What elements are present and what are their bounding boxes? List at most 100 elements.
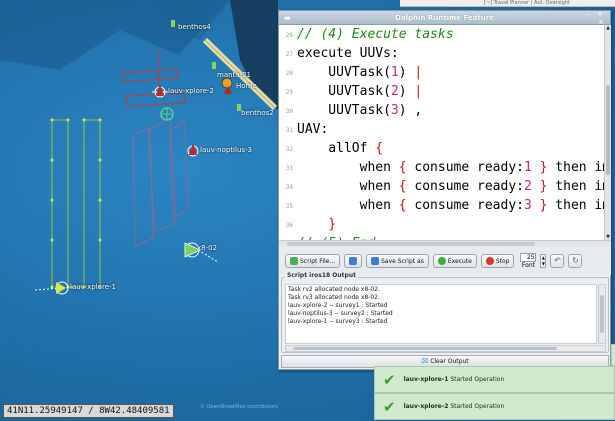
code-line[interactable]: 35 when { consume ready:3 } then im: [279, 196, 604, 215]
vehicle-label-x8-02[interactable]: x8-02: [197, 244, 217, 252]
code-token: 2: [523, 179, 532, 194]
code-line[interactable]: 27 execute UUVs:: [279, 44, 604, 63]
code-line[interactable]: 33 when { consume ready:1 } then im: [279, 158, 604, 177]
code-token: 2: [390, 84, 399, 99]
stop-label: Stop: [495, 257, 510, 265]
output-line: Task rv2 allocated node x8-02.: [288, 286, 380, 293]
code-token: execute UUVs:: [297, 46, 399, 61]
code-token: }: [297, 217, 337, 232]
code-token: when: [297, 179, 399, 194]
code-line[interactable]: 31 UAV:: [279, 120, 604, 139]
map-credit: © OpenStreetMap contributors: [200, 404, 278, 410]
output-vertical-scrollbar[interactable]: [598, 284, 606, 344]
output-vscroll-thumb[interactable]: [600, 295, 604, 333]
execute-button[interactable]: Execute: [432, 254, 477, 268]
execute-icon: [437, 257, 446, 265]
beacon-label-benthos4: benthos4: [178, 23, 211, 31]
line-number: 31: [285, 127, 293, 134]
open-file-icon: [290, 257, 298, 265]
survey-area-xplore-2: [121, 49, 186, 107]
code-token: UAV:: [297, 122, 329, 137]
script-file-label: Script File...: [300, 257, 336, 265]
code-line[interactable]: 34 when { consume ready:2 } then im: [279, 177, 604, 196]
manta-gateway-icon: [221, 77, 233, 89]
editor-vscroll-thumb[interactable]: [606, 85, 610, 175]
code-line[interactable]: 28 UUVTask(1) |: [279, 63, 604, 82]
output-line: lauv-xplore-1 -- survey3 : Started: [288, 318, 388, 325]
code-token: {: [398, 179, 407, 194]
editor-horizontal-scrollbar[interactable]: [279, 240, 611, 247]
code-token: |: [414, 65, 423, 80]
editor-hscroll-thumb[interactable]: [287, 242, 535, 246]
code-line[interactable]: 26 // (4) Execute tasks: [279, 25, 604, 44]
waypoint-target-icon: [160, 107, 174, 121]
code-token: 3: [390, 103, 399, 118]
home-label: Home: [236, 82, 257, 90]
vehicle-label-xplore-2[interactable]: lauv-xplore-2: [168, 87, 214, 95]
code-token: UUVTask(: [297, 65, 391, 80]
notification-xplore-1[interactable]: ✔ lauv-xplore-1 Started Operation: [374, 366, 615, 393]
window-titlebar[interactable]: ▬ Dolphin Runtime Feature – + x: [279, 10, 610, 26]
font-size-label: Font: [521, 262, 535, 269]
output-hscroll-thumb[interactable]: [293, 347, 557, 350]
redo-button[interactable]: ↻: [568, 254, 583, 268]
output-log[interactable]: Task rv2 allocated node x8-02. Task rv3 …: [285, 284, 597, 344]
execute-label: Execute: [447, 257, 472, 265]
code-line[interactable]: 29 UUVTask(2) |: [279, 82, 604, 101]
line-number: 34: [285, 184, 293, 191]
code-token: consume ready:: [406, 179, 524, 194]
code-token: when: [297, 198, 399, 213]
line-number: 32: [285, 146, 293, 153]
coordinate-readout: 41N11.25949147 / 8W42.48409581: [3, 404, 174, 418]
scroll-up-icon[interactable]: ▲: [605, 25, 611, 31]
font-spinner-arrows-icon[interactable]: ▲ ▼: [540, 254, 547, 268]
save-script-as-button[interactable]: Save Script as: [366, 254, 429, 268]
gateway-label-manta21: manta-21: [217, 71, 252, 79]
code-token: {: [398, 198, 407, 213]
vehicle-label-xplore-1[interactable]: lauv-xplore-1: [70, 283, 116, 291]
output-horizontal-scrollbar[interactable]: [285, 345, 606, 352]
code-line[interactable]: 30 UUVTask(3) ,: [279, 101, 604, 120]
notification-xplore-2[interactable]: ✔ lauv-xplore-2 Started Operation: [374, 393, 615, 420]
save-icon: [349, 257, 358, 265]
code-token: |: [414, 84, 423, 99]
code-token: 3: [523, 198, 532, 213]
line-number: 28: [285, 70, 293, 77]
undo-button[interactable]: ↶: [550, 254, 565, 268]
code-token: then im: [547, 179, 604, 194]
vehicle-xplore-2-icon: [152, 84, 168, 98]
code-token: // (4) Execute tasks: [297, 27, 454, 42]
script-toolbar: Script File... Save Script as Execute St…: [279, 247, 611, 275]
editor-vertical-scrollbar[interactable]: ▲ ▼: [604, 25, 611, 240]
notification-message: Started Operation: [450, 403, 505, 410]
save-script-button[interactable]: [344, 254, 363, 268]
notification-vehicle: lauv-xplore-2: [403, 403, 449, 410]
line-number: 26: [285, 32, 293, 39]
dolphin-window: ▬ Dolphin Runtime Feature – + x 26 // (4)…: [278, 10, 611, 370]
code-token: ) ,: [398, 103, 423, 118]
stop-button[interactable]: Stop: [480, 254, 515, 268]
font-size-value[interactable]: 25: [520, 253, 537, 262]
script-editor[interactable]: 26 // (4) Execute tasks 27 execute UUVs: 28 …: [279, 25, 604, 240]
script-file-button[interactable]: Script File...: [285, 254, 341, 268]
font-size-spinner[interactable]: 25 Font: [520, 253, 537, 269]
window-title: Dolphin Runtime Feature: [395, 13, 494, 22]
notification-message: Started Operation: [450, 376, 505, 383]
vehicle-label-noptilus-3[interactable]: lauv-noptilus-3: [200, 146, 252, 154]
notification-text: lauv-xplore-2 Started Operation: [404, 403, 505, 410]
code-token: allOf: [297, 141, 376, 156]
code-token: UUVTask(: [297, 103, 391, 118]
output-line: lauv-xplore-2 -- survey1 : Started: [288, 302, 388, 309]
line-number: 35: [285, 203, 293, 210]
check-icon: ✔: [383, 397, 396, 416]
notification-text: lauv-xplore-1 Started Operation: [404, 376, 505, 383]
code-line[interactable]: 36 }: [279, 215, 604, 234]
window-menu-icon[interactable]: ▬: [284, 14, 306, 22]
window-controls[interactable]: – + x: [583, 10, 605, 26]
broom-icon: ⌧: [421, 358, 429, 365]
output-line: Task rv3 allocated node x8-02.: [288, 294, 380, 301]
code-line[interactable]: 32 allOf {: [279, 139, 604, 158]
